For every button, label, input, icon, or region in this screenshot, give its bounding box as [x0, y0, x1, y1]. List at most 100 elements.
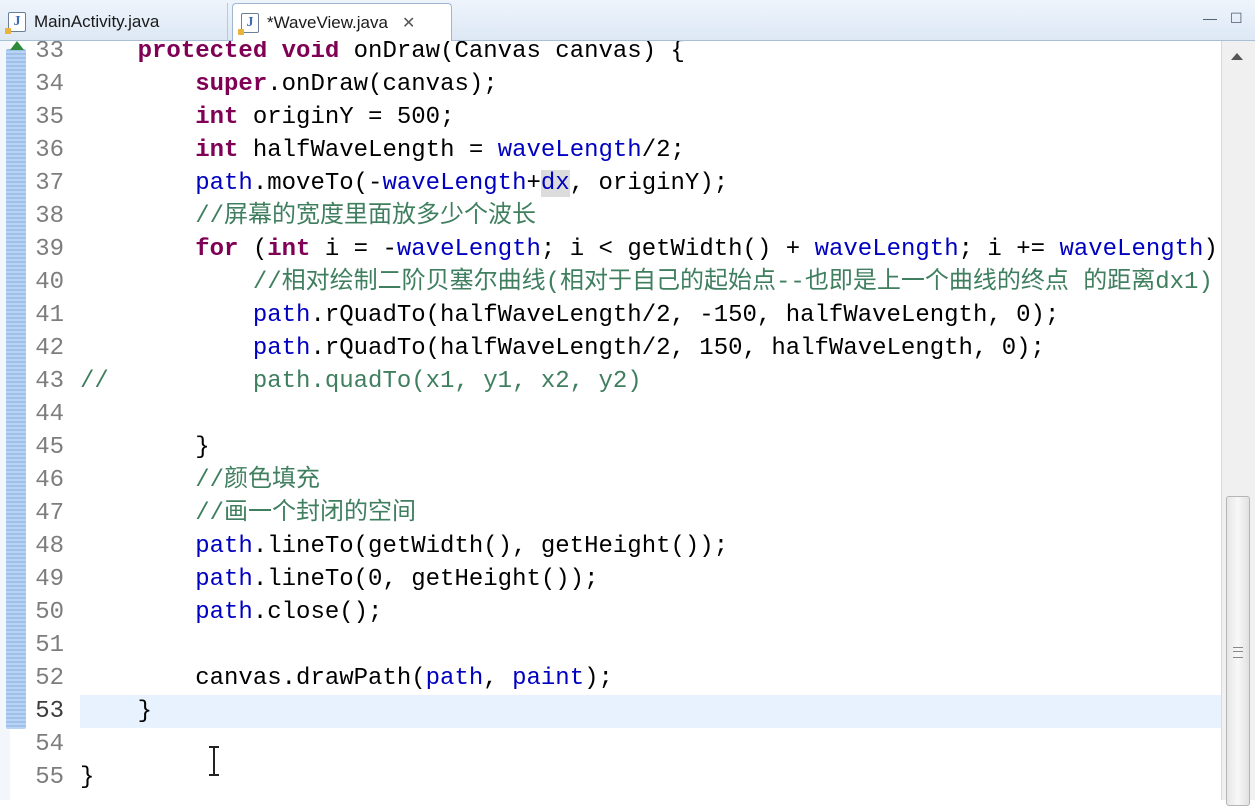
- code-line[interactable]: path.lineTo(getWidth(), getHeight());: [80, 530, 728, 563]
- code-token: path: [252, 302, 311, 329]
- code-token: paint: [512, 665, 585, 692]
- code-token: }: [80, 698, 153, 725]
- line-number: 50: [35, 599, 64, 626]
- code-token: .close();: [252, 599, 383, 626]
- line-number: 38: [35, 203, 64, 230]
- code-line[interactable]: }: [80, 431, 210, 464]
- code-line[interactable]: super.onDraw(canvas);: [80, 68, 498, 101]
- code-token: .lineTo(0, getHeight());: [252, 566, 599, 593]
- code-token: //颜色填充: [195, 467, 321, 494]
- line-number: 35: [35, 104, 64, 131]
- tab-mainactivity[interactable]: J MainActivity.java: [0, 3, 228, 41]
- line-number: 41: [35, 302, 64, 329]
- line-number: 51: [35, 632, 64, 659]
- line-number: 49: [35, 566, 64, 593]
- line-number: 52: [35, 665, 64, 692]
- code-token: halfWaveLength =: [238, 137, 498, 164]
- code-line[interactable]: //相对绘制二阶贝塞尔曲线(相对于自己的起始点--也即是上一个曲线的终点 的距离…: [80, 266, 1213, 299]
- code-token: protected: [137, 41, 268, 65]
- code-token: super: [195, 71, 268, 98]
- code-token: int: [195, 104, 239, 131]
- code-editor[interactable]: 33 34 35 36 37 38 39 40 41 42 43 44 45 46 47 48 49 50 51 52…: [0, 41, 1255, 800]
- code-line[interactable]: path.lineTo(0, getHeight());: [80, 563, 598, 596]
- code-token: , originY);: [569, 170, 729, 197]
- code-token: .moveTo(-: [252, 170, 383, 197]
- code-line[interactable]: for (int i = -waveLength; i < getWidth()…: [80, 233, 1246, 266]
- code-line[interactable]: }: [80, 761, 94, 794]
- code-line[interactable]: //画一个封闭的空间: [80, 497, 416, 530]
- code-line[interactable]: int halfWaveLength = waveLength/2;: [80, 134, 685, 167]
- line-number: 48: [35, 533, 64, 560]
- line-number: 45: [35, 434, 64, 461]
- line-number: 36: [35, 137, 64, 164]
- code-token: // path.quadTo(x1, y1, x2, y2): [80, 368, 642, 395]
- code-token: (: [238, 236, 268, 263]
- scroll-up-icon[interactable]: [1231, 53, 1243, 60]
- code-token: .onDraw(canvas);: [267, 71, 498, 98]
- code-line[interactable]: int originY = 500;: [80, 101, 454, 134]
- code-token: path: [195, 599, 253, 626]
- close-icon[interactable]: ✕: [402, 13, 415, 33]
- line-number: 37: [35, 170, 64, 197]
- line-number: 53: [35, 698, 64, 725]
- tab-waveview[interactable]: J *WaveView.java ✕: [232, 3, 452, 42]
- minimize-icon[interactable]: —: [1203, 10, 1217, 26]
- code-line[interactable]: }: [80, 695, 1221, 728]
- java-file-icon: J: [238, 13, 259, 35]
- code-token: int: [195, 137, 239, 164]
- code-token: dx: [540, 170, 570, 197]
- line-number: 44: [35, 401, 64, 428]
- code-line[interactable]: path.moveTo(-waveLength+dx, originY);: [80, 167, 728, 200]
- editor-tab-bar: J MainActivity.java J *WaveView.java ✕ —…: [0, 0, 1255, 42]
- tab-label: MainActivity.java: [34, 12, 160, 31]
- line-number: 46: [35, 467, 64, 494]
- maximize-icon[interactable]: ☐: [1230, 10, 1243, 27]
- line-number-gutter: 33 34 35 36 37 38 39 40 41 42 43 44 45 46 47 48 49 50 51 52…: [28, 41, 78, 800]
- code-line[interactable]: path.rQuadTo(halfWaveLength/2, 150, half…: [80, 332, 1045, 365]
- code-token: path: [195, 533, 253, 560]
- code-line[interactable]: //屏幕的宽度里面放多少个波长: [80, 200, 536, 233]
- java-file-icon: J: [5, 12, 26, 34]
- code-token: //画一个封闭的空间: [195, 500, 417, 527]
- code-token: originY = 500;: [238, 104, 455, 131]
- code-token: path: [195, 566, 253, 593]
- code-token: waveLength: [382, 170, 527, 197]
- fold-arrow-icon[interactable]: [10, 41, 24, 50]
- code-token: ; i +=: [958, 236, 1060, 263]
- code-token: waveLength: [814, 236, 959, 263]
- code-token: );: [584, 665, 613, 692]
- code-token: .lineTo(getWidth(), getHeight());: [252, 533, 729, 560]
- code-token: ; i < getWidth() +: [540, 236, 815, 263]
- code-token: //屏幕的宽度里面放多少个波长: [195, 203, 537, 230]
- line-number: 43: [35, 368, 64, 395]
- code-token: path: [252, 335, 311, 362]
- code-line[interactable]: path.rQuadTo(halfWaveLength/2, -150, hal…: [80, 299, 1060, 332]
- code-line[interactable]: path.close();: [80, 596, 382, 629]
- text-cursor-icon: [209, 746, 219, 776]
- code-line[interactable]: // path.quadTo(x1, y1, x2, y2): [80, 365, 642, 398]
- code-token: //相对绘制二阶贝塞尔曲线(相对于自己的起始点--也即是上一个曲线的终点 的距离…: [252, 269, 1213, 296]
- code-token: .rQuadTo(halfWaveLength/2, -150, halfWav…: [310, 302, 1060, 329]
- code-token: ,: [483, 665, 513, 692]
- scrollbar-thumb[interactable]: [1226, 496, 1250, 806]
- code-token: i = -: [310, 236, 397, 263]
- tab-label: *WaveView.java: [267, 13, 388, 32]
- code-line[interactable]: //颜色填充: [80, 464, 320, 497]
- code-line[interactable]: canvas.drawPath(path, paint);: [80, 662, 613, 695]
- code-token: waveLength: [497, 137, 642, 164]
- change-ruler: [6, 49, 26, 729]
- code-line[interactable]: protected void onDraw(Canvas canvas) {: [80, 41, 685, 68]
- vertical-scrollbar[interactable]: [1221, 41, 1255, 806]
- code-token: }: [80, 434, 210, 461]
- code-token: void: [281, 41, 340, 65]
